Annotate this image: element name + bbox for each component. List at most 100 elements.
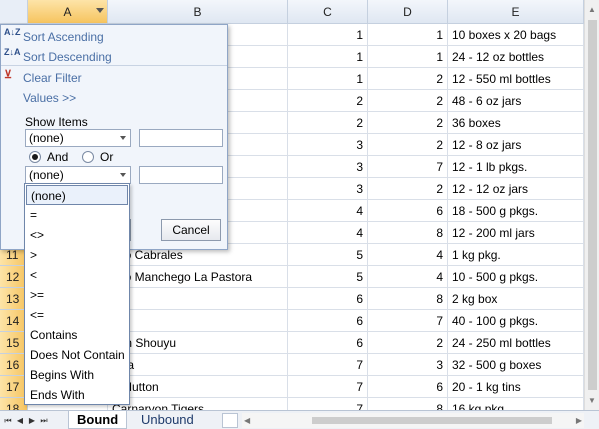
select-all-corner[interactable] — [0, 0, 28, 24]
cell-b[interactable]: bu — [108, 288, 288, 310]
hscroll-thumb[interactable] — [312, 417, 552, 424]
value-1-input[interactable] — [139, 129, 223, 147]
operator-option[interactable]: Contains — [26, 325, 128, 345]
column-header-a[interactable]: A — [28, 0, 108, 24]
clear-filter-item[interactable]: Clear Filter — [23, 68, 82, 88]
cell-c[interactable]: 3 — [288, 178, 368, 200]
cell-b[interactable]: lova — [108, 354, 288, 376]
operator-option[interactable]: Ends With — [26, 385, 128, 405]
cell-d[interactable]: 7 — [368, 310, 448, 332]
sort-descending-item[interactable]: Sort Descending — [23, 47, 112, 67]
first-sheet-icon[interactable]: ⏮ — [2, 413, 14, 428]
cell-c[interactable]: 6 — [288, 310, 368, 332]
cell-d[interactable]: 2 — [368, 332, 448, 354]
operator-option[interactable]: (none) — [26, 185, 128, 205]
cancel-button[interactable]: Cancel — [161, 219, 221, 241]
operator-option[interactable]: <> — [26, 225, 128, 245]
cell-d[interactable]: 2 — [368, 134, 448, 156]
cell-e[interactable]: 12 - 200 ml jars — [448, 222, 584, 244]
prev-sheet-icon[interactable]: ◀ — [14, 413, 26, 428]
cell-c[interactable]: 5 — [288, 244, 368, 266]
cell-e[interactable]: 12 - 8 oz jars — [448, 134, 584, 156]
cell-c[interactable]: 3 — [288, 156, 368, 178]
scroll-up-icon[interactable]: ▲ — [588, 5, 596, 14]
horizontal-scrollbar[interactable]: ◀ ▶ — [242, 413, 584, 428]
cell-c[interactable]: 5 — [288, 266, 368, 288]
new-sheet-icon[interactable] — [222, 413, 238, 428]
cell-c[interactable]: 1 — [288, 24, 368, 46]
operator-option[interactable]: Begins With — [26, 365, 128, 385]
cell-d[interactable]: 1 — [368, 46, 448, 68]
last-sheet-icon[interactable]: ⏭ — [38, 413, 50, 428]
tab-bound[interactable]: Bound — [68, 411, 128, 429]
operator-option[interactable]: > — [26, 245, 128, 265]
cell-e[interactable]: 2 kg box — [448, 288, 584, 310]
cell-e[interactable]: 20 - 1 kg tins — [448, 376, 584, 398]
cell-c[interactable]: 6 — [288, 332, 368, 354]
column-header-c[interactable]: C — [288, 0, 368, 24]
next-sheet-icon[interactable]: ▶ — [26, 413, 38, 428]
filter-dropdown-icon[interactable] — [96, 8, 104, 13]
cell-e[interactable]: 24 - 250 ml bottles — [448, 332, 584, 354]
column-header-b[interactable]: B — [108, 0, 288, 24]
or-radio[interactable] — [82, 151, 94, 163]
cell-c[interactable]: 4 — [288, 222, 368, 244]
cell-d[interactable]: 2 — [368, 178, 448, 200]
values-item[interactable]: Values >> — [23, 88, 76, 108]
cell-e[interactable]: 12 - 12 oz jars — [448, 178, 584, 200]
operator-1-select[interactable]: (none) — [25, 129, 131, 147]
operator-option[interactable]: <= — [26, 305, 128, 325]
cell-e[interactable]: 48 - 6 oz jars — [448, 90, 584, 112]
cell-e[interactable]: 24 - 12 oz bottles — [448, 46, 584, 68]
value-2-input[interactable] — [139, 166, 223, 184]
cell-d[interactable]: 8 — [368, 288, 448, 310]
cell-b[interactable]: nen Shouyu — [108, 332, 288, 354]
cell-c[interactable]: 7 — [288, 354, 368, 376]
cell-c[interactable]: 7 — [288, 376, 368, 398]
operator-option[interactable]: < — [26, 265, 128, 285]
cell-e[interactable]: 40 - 100 g pkgs. — [448, 310, 584, 332]
column-header-d[interactable]: D — [368, 0, 448, 24]
cell-e[interactable]: 12 - 1 lb pkgs. — [448, 156, 584, 178]
scroll-thumb[interactable] — [588, 20, 597, 390]
tab-unbound[interactable]: Unbound — [133, 411, 202, 429]
cell-d[interactable]: 3 — [368, 354, 448, 376]
operator-option[interactable]: >= — [26, 285, 128, 305]
cell-b[interactable]: e Mutton — [108, 376, 288, 398]
cell-c[interactable]: 6 — [288, 288, 368, 310]
operator-2-select[interactable]: (none) — [25, 166, 131, 184]
cell-c[interactable]: 1 — [288, 68, 368, 90]
cell-e[interactable]: 18 - 500 g pkgs. — [448, 200, 584, 222]
cell-d[interactable]: 2 — [368, 90, 448, 112]
and-radio[interactable] — [29, 151, 41, 163]
cell-e[interactable]: 36 boxes — [448, 112, 584, 134]
cell-d[interactable]: 4 — [368, 244, 448, 266]
sort-ascending-item[interactable]: Sort Ascending — [23, 27, 104, 47]
column-header-e[interactable]: E — [448, 0, 584, 24]
cell-d[interactable]: 6 — [368, 200, 448, 222]
operator-option[interactable]: Does Not Contain — [26, 345, 128, 365]
cell-c[interactable]: 2 — [288, 90, 368, 112]
cell-c[interactable]: 3 — [288, 134, 368, 156]
cell-e[interactable]: 12 - 550 ml bottles — [448, 68, 584, 90]
cell-e[interactable]: 32 - 500 g boxes — [448, 354, 584, 376]
cell-d[interactable]: 2 — [368, 68, 448, 90]
scroll-down-icon[interactable]: ▼ — [588, 396, 596, 405]
cell-d[interactable]: 6 — [368, 376, 448, 398]
operator-option[interactable]: = — [26, 205, 128, 225]
cell-c[interactable]: 2 — [288, 112, 368, 134]
cell-d[interactable]: 4 — [368, 266, 448, 288]
cell-d[interactable]: 2 — [368, 112, 448, 134]
vertical-scrollbar[interactable]: ▲ ▼ — [584, 0, 599, 410]
cell-c[interactable]: 4 — [288, 200, 368, 222]
cell-d[interactable]: 8 — [368, 222, 448, 244]
scroll-left-icon[interactable]: ◀ — [244, 413, 250, 428]
cell-e[interactable]: 1 kg pkg. — [448, 244, 584, 266]
cell-b[interactable]: u — [108, 310, 288, 332]
scroll-right-icon[interactable]: ▶ — [576, 413, 582, 428]
cell-b[interactable]: eso Manchego La Pastora — [108, 266, 288, 288]
cell-d[interactable]: 1 — [368, 24, 448, 46]
cell-d[interactable]: 7 — [368, 156, 448, 178]
cell-e[interactable]: 10 - 500 g pkgs. — [448, 266, 584, 288]
cell-e[interactable]: 10 boxes x 20 bags — [448, 24, 584, 46]
